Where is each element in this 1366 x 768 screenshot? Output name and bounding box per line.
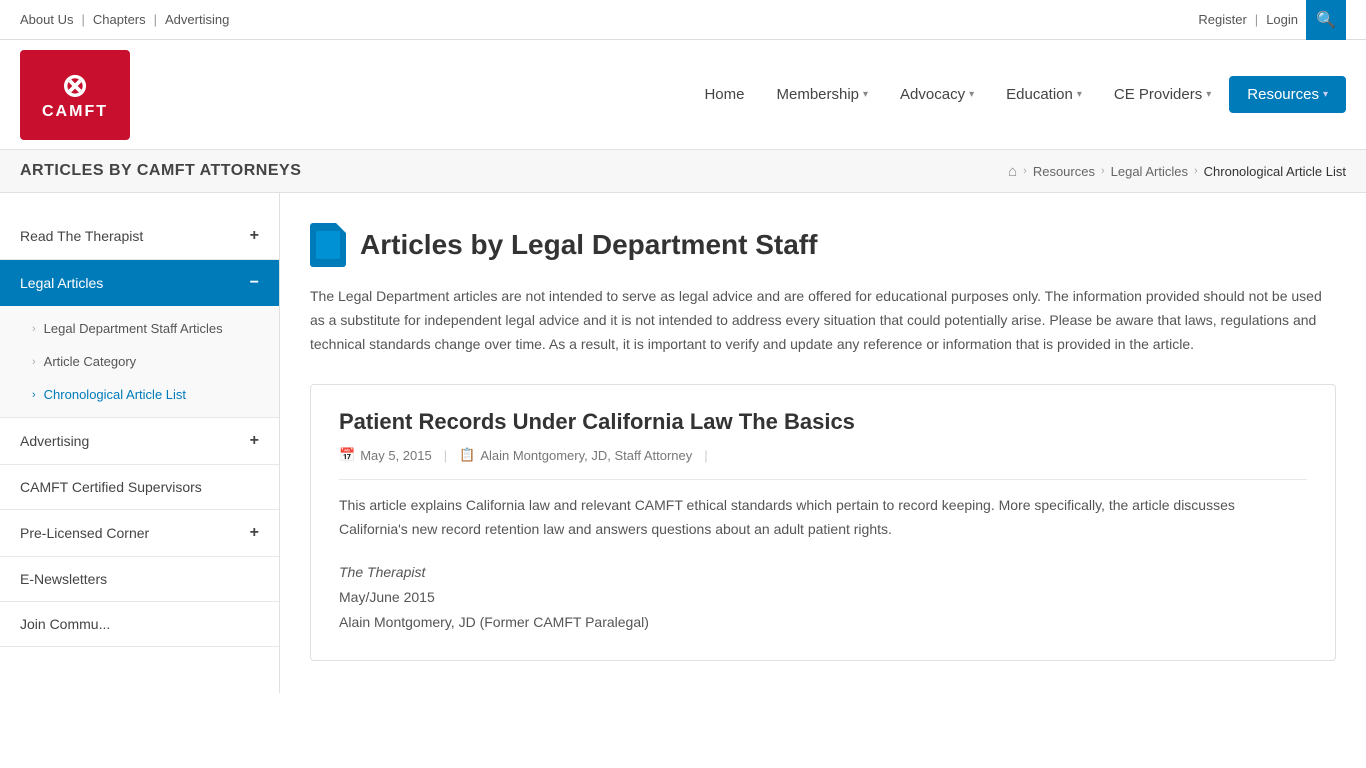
sidebar-read-therapist-header[interactable]: Read The Therapist + — [0, 213, 279, 259]
main-content: Articles by Legal Department Staff The L… — [280, 193, 1366, 693]
article-header: Articles by Legal Department Staff — [310, 223, 1336, 267]
top-bar-links: About Us | Chapters | Advertising — [20, 12, 229, 27]
sidebar-advertising-header[interactable]: Advertising + — [0, 418, 279, 464]
article-card: Patient Records Under California Law The… — [310, 384, 1336, 660]
article-author-meta: 📋 Alain Montgomery, JD, Staff Attorney — [459, 447, 692, 463]
nav-education[interactable]: Education ▾ — [992, 78, 1096, 111]
sidebar-legal-articles-label: Legal Articles — [20, 275, 103, 291]
sidebar-item-pre-licensed: Pre-Licensed Corner + — [0, 510, 279, 557]
article-author: Alain Montgomery, JD, Staff Attorney — [480, 448, 692, 463]
sidebar-item-e-newsletters: E-Newsletters — [0, 557, 279, 602]
sidebar-e-newsletters-label: E-Newsletters — [20, 571, 107, 587]
sidebar-item-camft-certified: CAMFT Certified Supervisors — [0, 465, 279, 510]
sidebar-legal-articles-icon: − — [250, 274, 259, 292]
top-chapters-link[interactable]: Chapters — [93, 12, 146, 27]
meta-sep: | — [444, 448, 447, 463]
chevron-icon-chronological: › — [32, 389, 36, 401]
article-description: The Legal Department articles are not in… — [310, 285, 1336, 356]
sidebar-sub-article-category-label: Article Category — [44, 354, 136, 369]
nav-membership[interactable]: Membership ▾ — [762, 78, 882, 111]
sidebar-sub-legal-dept-label: Legal Department Staff Articles — [44, 321, 223, 336]
sidebar: Read The Therapist + Legal Articles − › … — [0, 193, 280, 693]
breadcrumb-home-icon[interactable]: ⌂ — [1008, 163, 1017, 180]
top-bar: About Us | Chapters | Advertising Regist… — [0, 0, 1366, 40]
sidebar-sub-legal-dept[interactable]: › Legal Department Staff Articles — [0, 312, 279, 345]
nav-resources[interactable]: Resources ▾ — [1229, 76, 1346, 113]
main-header: ⊗ CAMFT Home Membership ▾ Advocacy ▾ Edu… — [0, 40, 1366, 150]
sidebar-join-community-header[interactable]: Join Commu... — [0, 602, 279, 646]
breadcrumb-resources[interactable]: Resources — [1033, 164, 1095, 179]
article-icon — [310, 223, 346, 267]
article-icon-inner — [316, 231, 340, 259]
meta-sep2: | — [704, 448, 707, 463]
main-nav: Home Membership ▾ Advocacy ▾ Education ▾… — [690, 76, 1346, 113]
sidebar-sub-chronological-label: Chronological Article List — [44, 387, 186, 402]
register-link[interactable]: Register — [1198, 12, 1246, 27]
user-icon: 📋 — [459, 447, 475, 463]
ce-caret: ▾ — [1206, 89, 1211, 100]
sidebar-camft-certified-header[interactable]: CAMFT Certified Supervisors — [0, 465, 279, 509]
article-card-meta: 📅 May 5, 2015 | 📋 Alain Montgomery, JD, … — [339, 447, 1307, 463]
sidebar-item-read-therapist: Read The Therapist + — [0, 213, 279, 260]
top-advertising-link[interactable]: Advertising — [165, 12, 229, 27]
article-date: May 5, 2015 — [360, 448, 432, 463]
logo[interactable]: ⊗ CAMFT — [20, 50, 130, 140]
sidebar-e-newsletters-header[interactable]: E-Newsletters — [0, 557, 279, 601]
sidebar-read-therapist-label: Read The Therapist — [20, 228, 143, 244]
top-about-link[interactable]: About Us — [20, 12, 73, 27]
logo-box: ⊗ CAMFT — [20, 50, 130, 140]
nav-home[interactable]: Home — [690, 78, 758, 111]
top-bar-auth: Register | Login 🔍 — [1198, 0, 1346, 40]
sidebar-pre-licensed-label: Pre-Licensed Corner — [20, 525, 149, 541]
sidebar-sub-chronological[interactable]: › Chronological Article List — [0, 378, 279, 411]
resources-caret: ▾ — [1323, 89, 1328, 100]
sidebar-join-community-label: Join Commu... — [20, 616, 110, 632]
sep2: | — [154, 12, 157, 27]
article-source-author: Alain Montgomery, JD (Former CAMFT Paral… — [339, 610, 1307, 635]
chevron-icon-article-category: › — [32, 356, 36, 368]
sidebar-pre-licensed-header[interactable]: Pre-Licensed Corner + — [0, 510, 279, 556]
chevron-icon-legal-dept: › — [32, 323, 36, 335]
sidebar-legal-submenu: › Legal Department Staff Articles › Arti… — [0, 306, 279, 417]
calendar-icon: 📅 — [339, 447, 355, 463]
sep1: | — [81, 12, 84, 27]
page-title-bar: ARTICLES BY CAMFT ATTORNEYS ⌂ › Resource… — [0, 150, 1366, 193]
sidebar-read-therapist-icon: + — [250, 227, 259, 245]
sidebar-advertising-label: Advertising — [20, 433, 89, 449]
sidebar-sub-article-category[interactable]: › Article Category — [0, 345, 279, 378]
sidebar-advertising-icon: + — [250, 432, 259, 450]
breadcrumb-sep3: › — [1194, 165, 1198, 177]
sidebar-legal-articles-header[interactable]: Legal Articles − — [0, 260, 279, 306]
sidebar-item-join-community: Join Commu... — [0, 602, 279, 647]
sidebar-item-advertising: Advertising + — [0, 418, 279, 465]
article-source: The Therapist May/June 2015 Alain Montgo… — [339, 560, 1307, 636]
content-area: Read The Therapist + Legal Articles − › … — [0, 193, 1366, 693]
article-source-date: May/June 2015 — [339, 585, 1307, 610]
breadcrumb-sep2: › — [1101, 165, 1105, 177]
auth-sep: | — [1255, 12, 1258, 27]
article-divider — [339, 479, 1307, 480]
nav-ce-providers[interactable]: CE Providers ▾ — [1100, 78, 1225, 111]
search-button[interactable]: 🔍 — [1306, 0, 1346, 40]
article-excerpt: This article explains California law and… — [339, 494, 1307, 542]
article-heading: Articles by Legal Department Staff — [360, 229, 817, 261]
logo-text: CAMFT — [42, 103, 108, 121]
sidebar-pre-licensed-icon: + — [250, 524, 259, 542]
article-date-meta: 📅 May 5, 2015 — [339, 447, 432, 463]
login-link[interactable]: Login — [1266, 12, 1298, 27]
article-source-title: The Therapist — [339, 560, 1307, 585]
sidebar-camft-certified-label: CAMFT Certified Supervisors — [20, 479, 202, 495]
page-title: ARTICLES BY CAMFT ATTORNEYS — [20, 162, 301, 180]
advocacy-caret: ▾ — [969, 89, 974, 100]
article-card-title: Patient Records Under California Law The… — [339, 409, 1307, 435]
nav-advocacy[interactable]: Advocacy ▾ — [886, 78, 988, 111]
breadcrumb-sep1: › — [1023, 165, 1027, 177]
education-caret: ▾ — [1077, 89, 1082, 100]
membership-caret: ▾ — [863, 89, 868, 100]
breadcrumb-current: Chronological Article List — [1204, 164, 1346, 179]
sidebar-item-legal-articles: Legal Articles − › Legal Department Staf… — [0, 260, 279, 418]
breadcrumb-legal-articles[interactable]: Legal Articles — [1111, 164, 1188, 179]
breadcrumb: ⌂ › Resources › Legal Articles › Chronol… — [1008, 163, 1346, 180]
logo-symbol: ⊗ — [62, 69, 89, 101]
